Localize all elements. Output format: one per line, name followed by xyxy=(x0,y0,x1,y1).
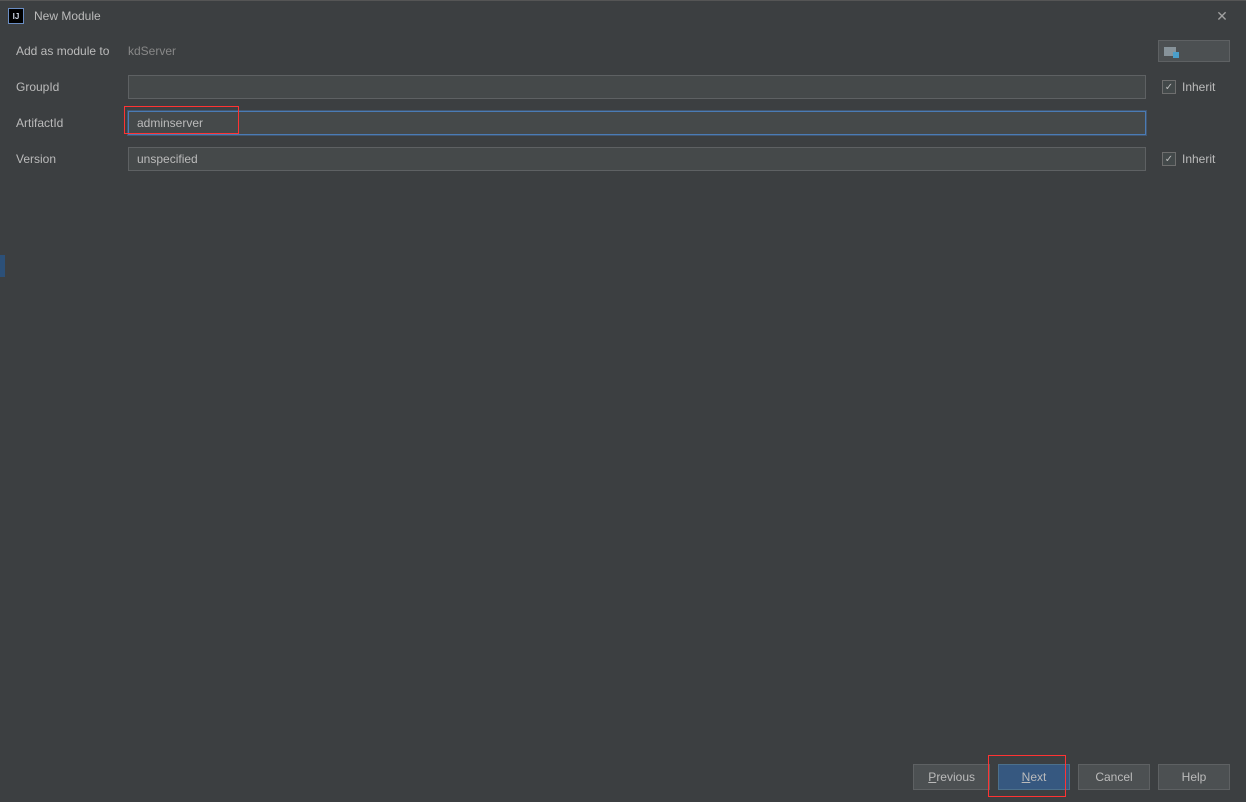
close-button[interactable]: ✕ xyxy=(1206,4,1238,28)
version-label: Version xyxy=(16,152,128,166)
help-button[interactable]: Help xyxy=(1158,764,1230,790)
version-inherit-group: Inherit xyxy=(1162,152,1230,166)
group-id-inherit-group: Inherit xyxy=(1162,80,1230,94)
group-id-row: GroupId Inherit xyxy=(16,75,1230,99)
group-id-input[interactable] xyxy=(128,75,1146,99)
artifact-id-row: ArtifactId xyxy=(16,111,1230,135)
window-title: New Module xyxy=(34,9,1206,23)
group-id-label: GroupId xyxy=(16,80,128,94)
group-id-inherit-checkbox[interactable] xyxy=(1162,80,1176,94)
version-row: Version Inherit xyxy=(16,147,1230,171)
add-as-module-value: kdServer xyxy=(128,44,1158,58)
artifact-id-label: ArtifactId xyxy=(16,116,128,130)
add-as-module-label: Add as module to xyxy=(16,44,128,58)
form-content: Add as module to kdServer GroupId Inheri… xyxy=(0,31,1246,752)
window-titlebar: IJ New Module ✕ xyxy=(0,1,1246,31)
left-edge-indicator xyxy=(0,255,5,277)
button-bar: Previous Next Cancel Help xyxy=(0,752,1246,802)
intellij-icon: IJ xyxy=(8,8,24,24)
add-as-module-row: Add as module to kdServer xyxy=(16,39,1230,63)
folder-icon xyxy=(1164,46,1178,57)
version-inherit-label: Inherit xyxy=(1182,152,1215,166)
version-input[interactable] xyxy=(128,147,1146,171)
artifact-id-input[interactable] xyxy=(128,111,1146,135)
group-id-inherit-label: Inherit xyxy=(1182,80,1215,94)
new-module-window: IJ New Module ✕ Add as module to kdServe… xyxy=(0,0,1246,802)
version-inherit-checkbox[interactable] xyxy=(1162,152,1176,166)
browse-module-button[interactable] xyxy=(1158,40,1230,62)
next-button[interactable]: Next xyxy=(998,764,1070,790)
cancel-button[interactable]: Cancel xyxy=(1078,764,1150,790)
previous-button[interactable]: Previous xyxy=(913,764,990,790)
